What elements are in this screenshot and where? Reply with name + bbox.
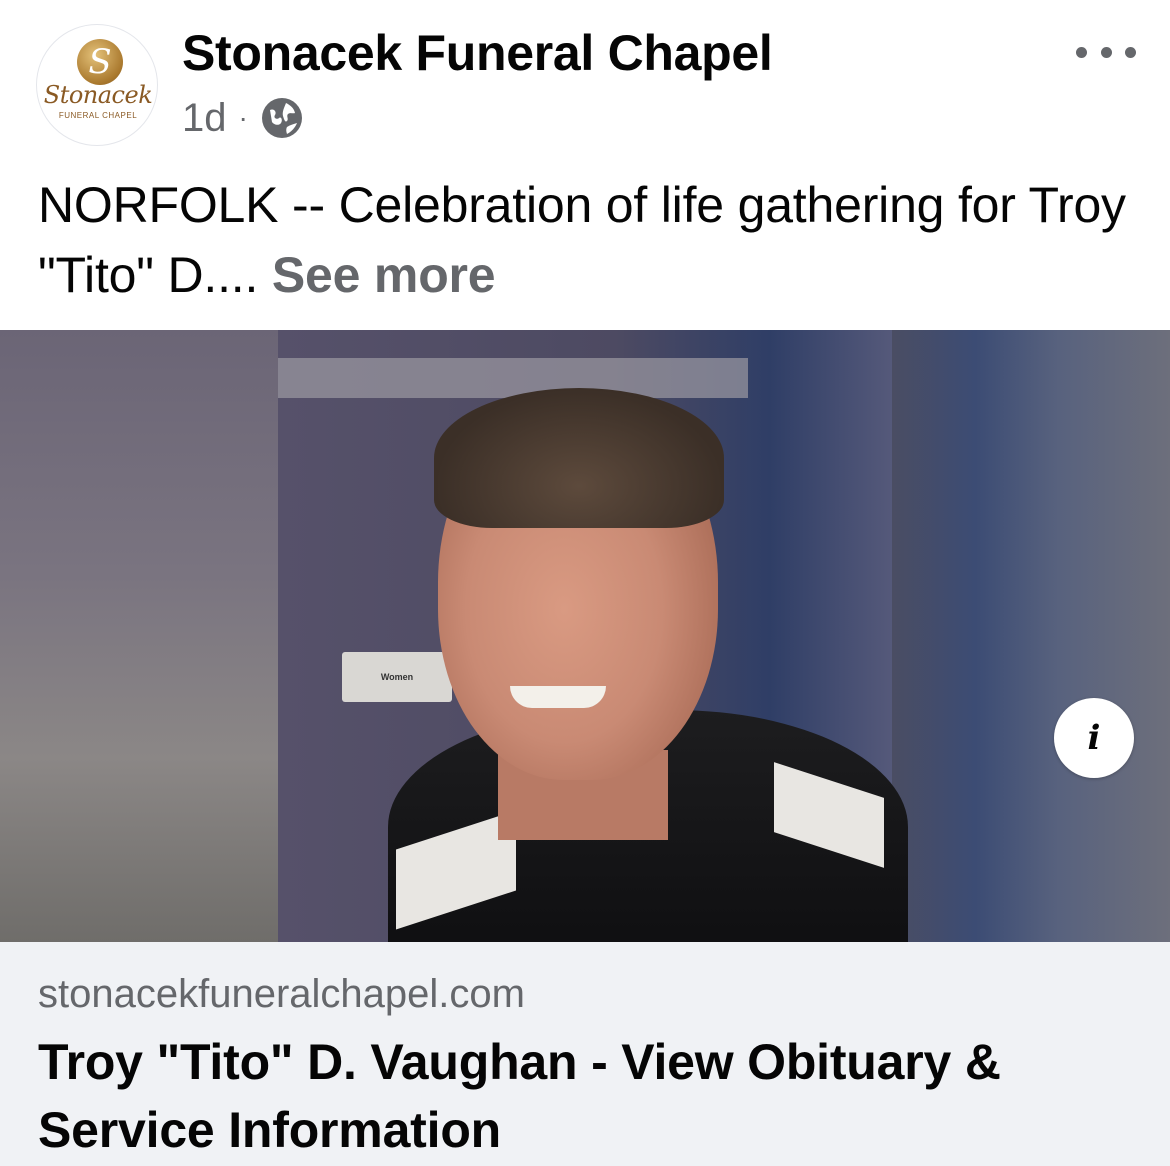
see-more-link[interactable]: See more	[272, 247, 496, 303]
post-meta: 1d ·	[182, 92, 304, 144]
post-photo[interactable]: Women i	[0, 330, 1170, 942]
door-frame	[278, 358, 748, 398]
photo-blur-left	[0, 330, 278, 942]
photo-portrait: Women	[278, 330, 908, 942]
info-icon[interactable]: i	[1054, 698, 1134, 778]
photo-blur-right	[892, 330, 1170, 942]
person-hair	[434, 388, 724, 528]
post-timestamp[interactable]: 1d	[182, 96, 227, 141]
link-domain: stonacekfuneralchapel.com	[38, 972, 525, 1016]
logo-subtitle: FUNERAL CHAPEL	[58, 111, 138, 120]
person-smile	[510, 686, 606, 708]
globe-icon[interactable]	[260, 96, 304, 140]
post-body: NORFOLK -- Celebration of life gathering…	[38, 177, 1126, 303]
post-header: S Stonacek FUNERAL CHAPEL Stonacek Funer…	[0, 0, 1170, 160]
link-title[interactable]: Troy "Tito" D. Vaughan - View Obituary &…	[38, 1028, 1138, 1164]
restroom-sign: Women	[342, 652, 452, 702]
logo-monogram: S	[77, 39, 123, 85]
page-avatar[interactable]: S Stonacek FUNERAL CHAPEL	[36, 24, 158, 146]
page-name-link[interactable]: Stonacek Funeral Chapel	[182, 24, 773, 82]
post-text: NORFOLK -- Celebration of life gathering…	[38, 170, 1138, 310]
meta-separator: ·	[238, 102, 248, 133]
logo-script: Stonacek	[43, 81, 153, 109]
more-options-icon[interactable]	[1076, 32, 1136, 72]
